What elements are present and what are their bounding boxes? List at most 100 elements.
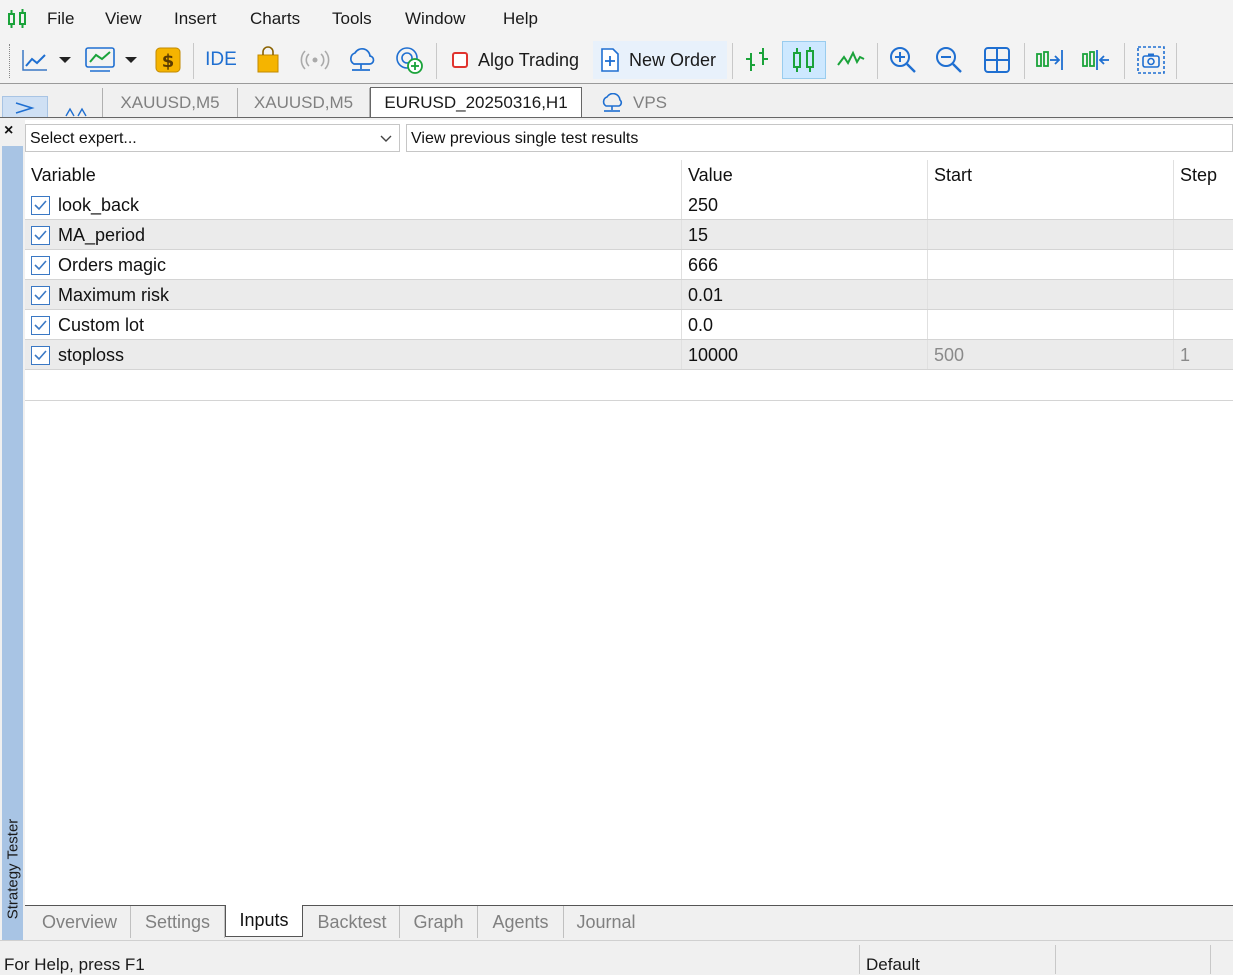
broadcast-icon — [300, 50, 330, 70]
previous-results-field[interactable]: View previous single test results — [406, 124, 1233, 152]
column-header-start[interactable]: Start — [927, 160, 1173, 190]
column-header-step[interactable]: Step — [1173, 160, 1233, 190]
row-step[interactable] — [1173, 220, 1233, 250]
tab-xauusd-m5-2[interactable]: XAUUSD,M5 — [238, 88, 370, 118]
add-network-button[interactable] — [390, 41, 428, 79]
row-start[interactable] — [927, 250, 1173, 280]
auto-scroll-button[interactable] — [1076, 41, 1116, 79]
table-row[interactable]: Orders magic 666 — [25, 250, 1233, 280]
table-row[interactable]: look_back 250 — [25, 190, 1233, 220]
table-row[interactable]: Maximum risk 0.01 — [25, 280, 1233, 310]
checkbox-checked-icon[interactable] — [31, 345, 50, 365]
table-row[interactable]: stoploss 10000 500 1 — [25, 340, 1233, 370]
indicators-button[interactable] — [82, 41, 118, 79]
expert-select[interactable]: Select expert... — [25, 124, 400, 152]
row-value[interactable]: 666 — [681, 250, 927, 280]
market-watch-toggle[interactable] — [52, 96, 100, 118]
row-start[interactable] — [927, 220, 1173, 250]
table-row[interactable]: Custom lot 0.0 — [25, 310, 1233, 340]
algo-trading-button[interactable]: Algo Trading — [444, 41, 586, 79]
row-value[interactable]: 10000 — [681, 340, 927, 370]
indicators-dropdown[interactable] — [120, 41, 142, 79]
new-chart-button[interactable] — [18, 41, 52, 79]
tab-agents[interactable]: Agents — [478, 906, 564, 938]
checkbox-checked-icon[interactable] — [31, 255, 50, 275]
column-header-variable[interactable]: Variable — [31, 160, 96, 190]
shopping-bag-icon — [257, 46, 279, 73]
menu-insert[interactable]: Insert — [174, 9, 217, 29]
checkbox-checked-icon[interactable] — [31, 225, 50, 245]
chart-tabs: XAUUSD,M5 XAUUSD,M5 EURUSD_20250316,H1 V… — [0, 84, 1233, 118]
tab-overview[interactable]: Overview — [29, 906, 131, 938]
menu-file[interactable]: File — [47, 9, 74, 29]
menu-tools[interactable]: Tools — [332, 9, 372, 29]
cloud-icon — [602, 93, 623, 112]
monitor-chart-icon — [85, 47, 115, 72]
tester-inputs-panel: Select expert... View previous single te… — [25, 120, 1233, 905]
row-step[interactable] — [1173, 310, 1233, 340]
tile-windows-button[interactable] — [978, 41, 1016, 79]
new-order-label: New Order — [629, 49, 717, 70]
grid-end-line — [25, 400, 1233, 401]
toolbar-grip[interactable] — [9, 44, 11, 78]
row-step[interactable] — [1173, 190, 1233, 220]
column-header-value[interactable]: Value — [681, 160, 927, 190]
row-step[interactable] — [1173, 280, 1233, 310]
row-step[interactable] — [1173, 250, 1233, 280]
menu-help[interactable]: Help — [503, 9, 538, 29]
row-start[interactable] — [927, 310, 1173, 340]
navigator-toggle[interactable] — [2, 96, 48, 118]
zoom-in-button[interactable] — [884, 41, 922, 79]
checkbox-checked-icon[interactable] — [31, 315, 50, 335]
tab-vps[interactable]: VPS — [588, 88, 678, 118]
tab-inputs[interactable]: Inputs — [225, 905, 303, 937]
market-button[interactable] — [250, 41, 286, 79]
algo-trading-label: Algo Trading — [478, 49, 580, 70]
candlestick-chart-button[interactable] — [782, 41, 826, 79]
new-chart-dropdown[interactable] — [54, 41, 76, 79]
auto-scroll-icon — [1082, 50, 1109, 70]
new-order-icon — [601, 48, 619, 72]
app-logo-icon — [8, 9, 26, 28]
ohlc-bars-icon — [746, 48, 768, 71]
row-variable-name: MA_period — [58, 224, 146, 245]
signals-button[interactable]: $ — [151, 41, 185, 79]
table-row[interactable]: MA_period 15 — [25, 220, 1233, 250]
checkbox-checked-icon[interactable] — [31, 285, 50, 305]
row-value[interactable]: 0.01 — [681, 280, 927, 310]
row-value[interactable]: 250 — [681, 190, 927, 220]
status-help-text: For Help, press F1 — [4, 955, 145, 974]
vps-cloud-button[interactable] — [342, 41, 380, 79]
row-start[interactable]: 500 — [927, 340, 1173, 370]
tab-xauusd-m5-1[interactable]: XAUUSD,M5 — [102, 88, 238, 118]
menu-view[interactable]: View — [105, 9, 142, 29]
status-profile[interactable]: Default — [866, 955, 920, 975]
menu-window[interactable]: Window — [405, 9, 465, 29]
grid-header: Variable Value Start Step — [25, 160, 1233, 190]
row-start[interactable] — [927, 190, 1173, 220]
radar-add-icon — [396, 47, 423, 74]
ide-label: IDE — [205, 49, 237, 70]
line-chart-button[interactable] — [832, 41, 870, 79]
ide-button[interactable]: IDE — [200, 41, 242, 79]
row-value[interactable]: 0.0 — [681, 310, 927, 340]
tab-journal[interactable]: Journal — [564, 906, 648, 938]
candlestick-icon — [793, 47, 814, 72]
tab-eurusd-h1[interactable]: EURUSD_20250316,H1 — [370, 87, 582, 118]
menu-charts[interactable]: Charts — [250, 9, 300, 29]
bar-chart-button[interactable] — [738, 41, 776, 79]
signal-broadcast-button[interactable] — [296, 41, 334, 79]
checkbox-checked-icon[interactable] — [31, 195, 50, 215]
zoom-out-button[interactable] — [930, 41, 968, 79]
row-step[interactable]: 1 — [1173, 340, 1233, 370]
row-start[interactable] — [927, 280, 1173, 310]
tab-settings[interactable]: Settings — [131, 906, 225, 938]
close-icon[interactable]: × — [4, 122, 13, 140]
row-value[interactable]: 15 — [681, 220, 927, 250]
tab-graph[interactable]: Graph — [400, 906, 478, 938]
screenshot-button[interactable] — [1132, 41, 1170, 79]
chart-shift-button[interactable] — [1030, 41, 1070, 79]
tab-backtest[interactable]: Backtest — [305, 906, 400, 938]
toolbar: $ IDE Algo Trading New Order — [0, 38, 1233, 84]
new-order-button[interactable]: New Order — [593, 41, 727, 79]
